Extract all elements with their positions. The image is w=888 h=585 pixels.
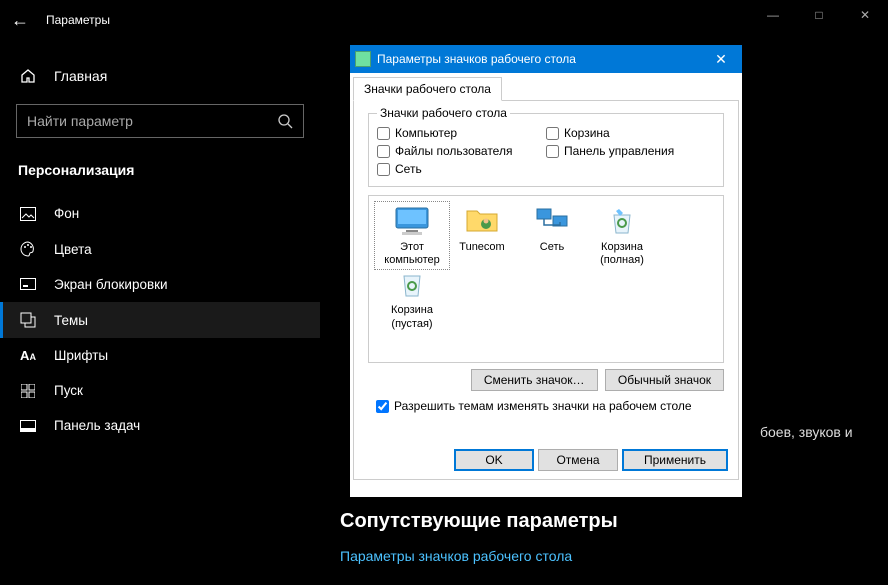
sidebar-item-label: Панель задач [54, 418, 140, 433]
back-arrow-icon: ← [11, 10, 29, 31]
icon-preview-list: Этоткомпьютер Tunecom Сеть Корзина(полна… [368, 195, 724, 363]
checkbox-computer[interactable]: Компьютер [377, 124, 546, 142]
fonts-icon: AA [18, 348, 38, 363]
taskbar-icon [18, 420, 38, 432]
recycle-empty-icon [392, 267, 432, 301]
checkbox-label: Сеть [395, 162, 422, 176]
allow-themes-input[interactable] [376, 400, 389, 413]
icon-user-folder[interactable]: Tunecom [447, 204, 517, 267]
palette-icon [18, 241, 38, 257]
related-settings-heading: Сопутствующие параметры [340, 510, 618, 533]
dialog-title: Параметры значков рабочего стола [377, 52, 700, 66]
icon-label-1: Корзина [391, 304, 433, 316]
start-icon [18, 384, 38, 398]
network-icon [532, 204, 572, 238]
sidebar-item-label: Экран блокировки [54, 277, 168, 292]
group-legend: Значки рабочего стола [377, 106, 510, 120]
allow-themes-label: Разрешить темам изменять значки на рабоч… [394, 399, 692, 413]
sidebar-item-start[interactable]: Пуск [0, 373, 320, 408]
icon-recycle-full[interactable]: Корзина(полная) [587, 204, 657, 267]
lockscreen-icon [18, 278, 38, 292]
sidebar-item-label: Шрифты [54, 348, 108, 363]
icon-label-1: Tunecom [459, 241, 504, 253]
tab-panel: Значки рабочего стола Компьютер Корзина … [353, 100, 739, 480]
icon-label-1: Этот [400, 241, 424, 253]
sidebar-home[interactable]: Главная [0, 60, 320, 92]
desktop-icons-group: Значки рабочего стола Компьютер Корзина … [368, 113, 724, 187]
close-icon: ✕ [715, 51, 727, 68]
sidebar-item-background[interactable]: Фон [0, 196, 320, 231]
sidebar-item-themes[interactable]: Темы [0, 302, 320, 338]
checkbox-label: Файлы пользователя [395, 144, 512, 158]
sidebar-section-title: Персонализация [0, 154, 320, 196]
checkbox-recyclebin[interactable]: Корзина [546, 124, 715, 142]
checkbox-label: Компьютер [395, 126, 457, 140]
icon-recycle-empty[interactable]: Корзина (пустая) [377, 267, 447, 330]
sidebar-item-label: Фон [54, 206, 79, 221]
window-title: Параметры [46, 13, 110, 27]
checkbox-controlpanel[interactable]: Панель управления [546, 142, 715, 160]
this-pc-icon [392, 204, 432, 238]
checkbox-network[interactable]: Сеть [377, 160, 546, 178]
partial-theme-description: боев, звуков и [760, 424, 853, 440]
dialog-body: Значки рабочего стола Значки рабочего ст… [350, 73, 742, 497]
icon-label-1: Сеть [540, 241, 564, 253]
sidebar-item-label: Темы [54, 313, 88, 328]
cancel-button[interactable]: Отмена [538, 449, 618, 471]
back-button[interactable]: ← [0, 0, 40, 40]
checkbox-userfiles-input[interactable] [377, 145, 390, 158]
search-placeholder: Найти параметр [27, 113, 133, 129]
search-input[interactable]: Найти параметр [16, 104, 304, 138]
icon-network[interactable]: Сеть [517, 204, 587, 267]
dialog-titlebar: Параметры значков рабочего стола ✕ [350, 45, 742, 73]
tab-desktop-icons[interactable]: Значки рабочего стола [353, 77, 502, 101]
user-folder-icon [462, 204, 502, 238]
default-icon-button[interactable]: Обычный значок [605, 369, 724, 391]
sidebar-item-label: Пуск [54, 383, 83, 398]
icon-label-2: (пустая) [391, 318, 432, 330]
home-icon [18, 68, 38, 84]
checkbox-computer-input[interactable] [377, 127, 390, 140]
sidebar-item-label: Цвета [54, 242, 92, 257]
icon-label-2: (полная) [600, 254, 644, 266]
recycle-full-icon [602, 204, 642, 238]
dialog-system-icon [355, 51, 371, 67]
checkbox-network-input[interactable] [377, 163, 390, 176]
picture-icon [18, 207, 38, 221]
icon-label-2: компьютер [384, 254, 439, 266]
sidebar-item-lockscreen[interactable]: Экран блокировки [0, 267, 320, 302]
desktop-icon-settings-link[interactable]: Параметры значков рабочего стола [340, 548, 572, 564]
change-icon-button[interactable]: Сменить значок… [471, 369, 598, 391]
checkbox-controlpanel-input[interactable] [546, 145, 559, 158]
sidebar-item-colors[interactable]: Цвета [0, 231, 320, 267]
desktop-icon-settings-dialog: Параметры значков рабочего стола ✕ Значк… [350, 45, 742, 497]
apply-button[interactable]: Применить [622, 449, 728, 471]
allow-themes-checkbox[interactable]: Разрешить темам изменять значки на рабоч… [362, 391, 730, 413]
dialog-footer: OK Отмена Применить [450, 449, 728, 471]
sidebar-item-taskbar[interactable]: Панель задач [0, 408, 320, 443]
icon-label-1: Корзина [601, 241, 643, 253]
checkbox-label: Корзина [564, 126, 610, 140]
sidebar-home-label: Главная [54, 68, 107, 84]
search-icon [277, 113, 293, 129]
settings-sidebar: Главная Найти параметр Персонализация Фо… [0, 40, 320, 585]
checkbox-label: Панель управления [564, 144, 674, 158]
checkbox-userfiles[interactable]: Файлы пользователя [377, 142, 546, 160]
sidebar-item-fonts[interactable]: AA Шрифты [0, 338, 320, 373]
icon-this-pc[interactable]: Этоткомпьютер [377, 204, 447, 267]
checkbox-recyclebin-input[interactable] [546, 127, 559, 140]
themes-icon [18, 312, 38, 328]
dialog-close-button[interactable]: ✕ [700, 45, 742, 73]
ok-button[interactable]: OK [454, 449, 534, 471]
